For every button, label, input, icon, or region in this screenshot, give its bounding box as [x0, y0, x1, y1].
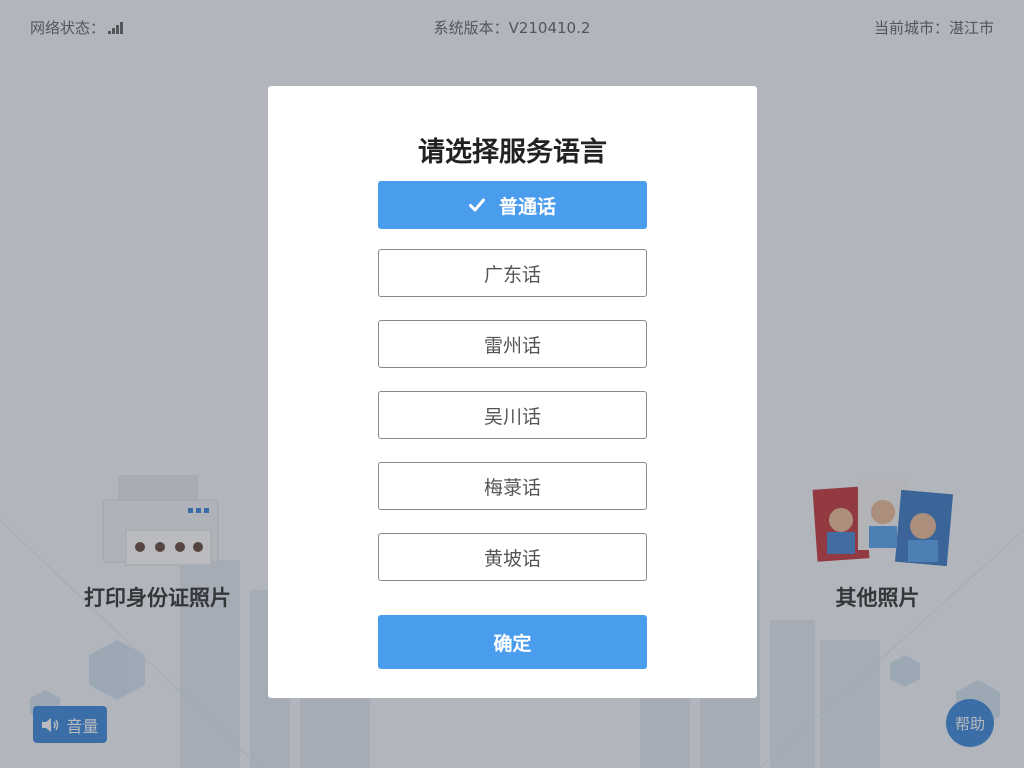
language-option-wuchuan[interactable]: 吴川话 — [378, 391, 647, 439]
language-option-label: 雷州话 — [483, 334, 541, 357]
confirm-button[interactable]: 确定 — [378, 615, 647, 669]
language-option-huangpo[interactable]: 黄坡话 — [378, 533, 647, 581]
checkmark-icon — [468, 198, 485, 212]
language-option-mandarin[interactable]: 普通话 — [378, 181, 647, 229]
language-option-meilu[interactable]: 梅菉话 — [378, 462, 647, 510]
confirm-label: 确定 — [493, 632, 532, 655]
language-option-label: 普通话 — [498, 195, 556, 218]
language-select-dialog: 请选择服务语言 普通话 广东话 雷州话 吴川话 梅菉话 黄坡话 确定 — [268, 86, 757, 698]
dialog-title: 请选择服务语言 — [418, 137, 607, 168]
language-option-leizhou[interactable]: 雷州话 — [378, 320, 647, 368]
language-option-cantonese[interactable]: 广东话 — [378, 249, 647, 297]
language-option-label: 广东话 — [483, 263, 541, 286]
language-option-label: 梅菉话 — [483, 476, 541, 499]
language-option-label: 黄坡话 — [483, 547, 541, 570]
language-option-label: 吴川话 — [483, 405, 541, 428]
